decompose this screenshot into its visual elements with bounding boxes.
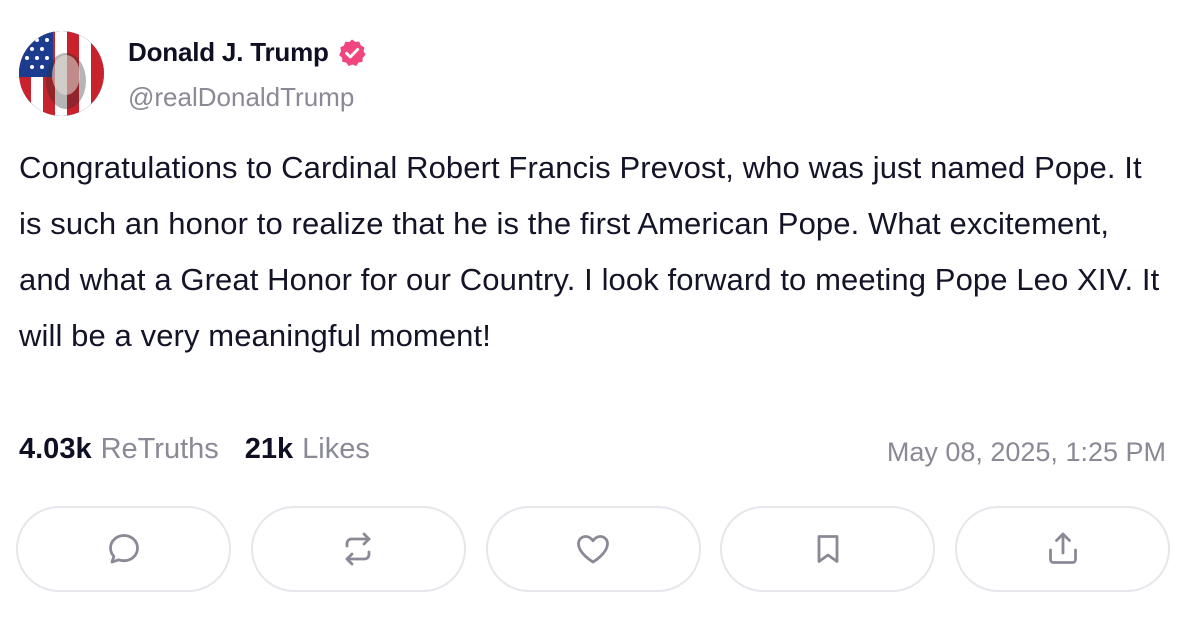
post-card: Donald J. Trump @realDonaldTrump Congrat… <box>0 0 1194 626</box>
retruth-button[interactable] <box>250 506 466 592</box>
verified-badge-icon <box>337 38 367 68</box>
likes-label[interactable]: Likes <box>302 433 370 466</box>
avatar-image <box>19 31 104 116</box>
bookmark-icon <box>817 535 839 563</box>
likes-count[interactable]: 21k <box>245 433 293 466</box>
repost-icon <box>345 532 371 566</box>
heart-icon <box>577 535 609 564</box>
share-icon <box>1048 532 1077 564</box>
author-handle[interactable]: @realDonaldTrump <box>128 82 354 113</box>
like-button[interactable] <box>485 506 701 592</box>
share-button[interactable] <box>955 506 1170 592</box>
action-bar <box>16 506 1170 592</box>
bookmark-button[interactable] <box>720 506 936 592</box>
author-name-text: Donald J. Trump <box>128 37 329 67</box>
post-timestamp: May 08, 2025, 1:25 PM <box>886 437 1166 467</box>
author-name[interactable]: Donald J. Trump <box>128 37 367 68</box>
post-stats: 4.03k ReTruths 21k Likes <box>19 433 370 466</box>
reply-button[interactable] <box>16 506 231 592</box>
avatar[interactable] <box>19 31 104 116</box>
retruths-count[interactable]: 4.03k <box>19 433 92 466</box>
retruths-label[interactable]: ReTruths <box>101 433 219 466</box>
comment-icon <box>108 534 139 564</box>
post-text: Congratulations to Cardinal Robert Franc… <box>19 150 1160 353</box>
